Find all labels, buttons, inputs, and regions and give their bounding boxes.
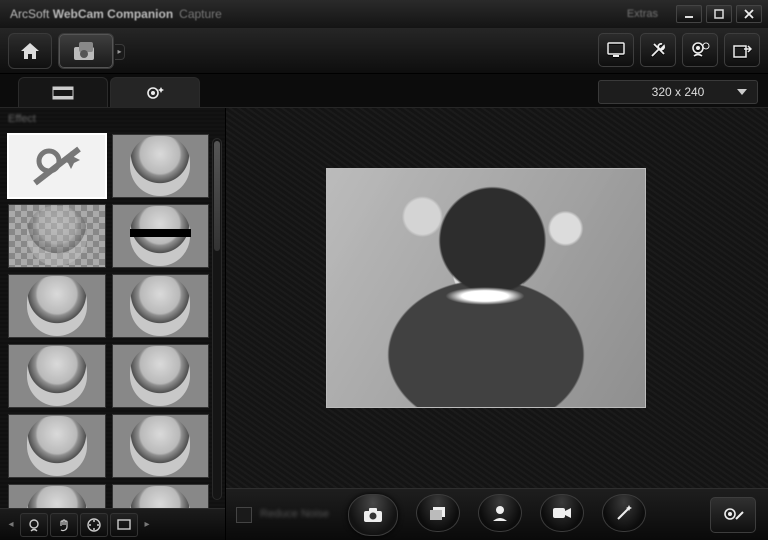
sidebar-footer: ◂ ▸ (0, 508, 225, 540)
webcam-edit-icon (721, 505, 745, 525)
capture-action-bar: Reduce Noise (226, 488, 768, 540)
footer-screen-button[interactable] (110, 513, 138, 537)
home-button[interactable] (8, 33, 52, 69)
video-camera-icon (551, 505, 573, 521)
burst-button[interactable] (416, 494, 460, 532)
film-reel-icon (86, 517, 102, 533)
extras-menu[interactable]: Extras (627, 8, 658, 20)
camera-stack-icon (71, 39, 101, 63)
footer-prev[interactable]: ◂ (4, 513, 18, 537)
effect-thumb[interactable] (112, 134, 210, 198)
hand-icon (56, 517, 72, 533)
wand-button[interactable] (602, 494, 646, 532)
footer-reel-button[interactable] (80, 513, 108, 537)
filmstrip-icon (51, 85, 75, 101)
face-effect-button[interactable] (478, 494, 522, 532)
capture-photo-button[interactable] (348, 494, 398, 536)
scrollbar-thumb[interactable] (214, 141, 220, 251)
maximize-button[interactable] (706, 5, 732, 23)
image-stack-icon (428, 504, 448, 522)
close-button[interactable] (736, 5, 762, 23)
rectangle-icon (116, 518, 132, 532)
webcam-sparkle-icon (144, 84, 166, 102)
minimize-button[interactable] (676, 5, 702, 23)
tools-button[interactable] (640, 33, 676, 67)
user-mask-icon (490, 503, 510, 523)
capture-mode-button[interactable]: ▸ (58, 33, 114, 69)
effect-thumb[interactable] (112, 414, 210, 478)
reduce-noise-checkbox[interactable] (236, 507, 252, 523)
tab-media[interactable] (18, 77, 108, 107)
title-bar: ArcSoft WebCam Companion Capture Extras (0, 0, 768, 28)
record-video-button[interactable] (540, 494, 584, 532)
footer-hand-button[interactable] (50, 513, 78, 537)
preview-image (327, 169, 645, 407)
monitor-icon (606, 41, 626, 59)
effect-thumb[interactable] (112, 484, 210, 508)
effect-thumb[interactable] (8, 344, 106, 408)
effect-thumb[interactable] (8, 274, 106, 338)
sidebar-header: Effect (0, 108, 225, 130)
app-title: ArcSoft WebCam Companion (10, 7, 173, 21)
camera-icon (362, 506, 384, 524)
footer-next[interactable]: ▸ (140, 513, 154, 537)
effect-thumb[interactable] (8, 204, 106, 268)
effects-sidebar: Effect ⋮⋮ ◂ ▸ (0, 108, 226, 540)
effect-thumb[interactable] (112, 204, 210, 268)
preview-frame (326, 168, 646, 408)
main-toolbar: ▸ (0, 28, 768, 74)
share-out-icon (732, 41, 752, 59)
effect-thumb[interactable] (8, 484, 106, 508)
resolution-value: 320 x 240 (652, 85, 705, 99)
edit-capture-button[interactable] (710, 497, 756, 533)
wrench-screwdriver-icon (648, 40, 668, 60)
reduce-noise-option[interactable]: Reduce Noise (236, 507, 329, 523)
effects-scrollbar[interactable] (212, 138, 222, 500)
webcam-gear-icon (689, 40, 711, 60)
reduce-noise-label: Reduce Noise (260, 509, 329, 520)
camera-settings-button[interactable] (682, 33, 718, 67)
magic-wand-icon (614, 503, 634, 523)
webcam-icon (26, 517, 42, 533)
tab-effects[interactable] (110, 77, 200, 107)
effect-thumb[interactable] (8, 414, 106, 478)
export-button[interactable] (724, 33, 760, 67)
effect-thumb[interactable] (112, 274, 210, 338)
app-subtitle: Capture (179, 7, 222, 21)
home-icon (19, 41, 41, 61)
display-settings-button[interactable] (598, 33, 634, 67)
effect-thumb[interactable] (8, 134, 106, 198)
effect-thumb[interactable] (112, 344, 210, 408)
resolution-dropdown[interactable]: 320 x 240 (598, 80, 758, 104)
preview-panel: Reduce Noise (226, 108, 768, 540)
footer-webcam-button[interactable] (20, 513, 48, 537)
mode-dropdown-chevron-icon[interactable]: ▸ (115, 44, 125, 60)
